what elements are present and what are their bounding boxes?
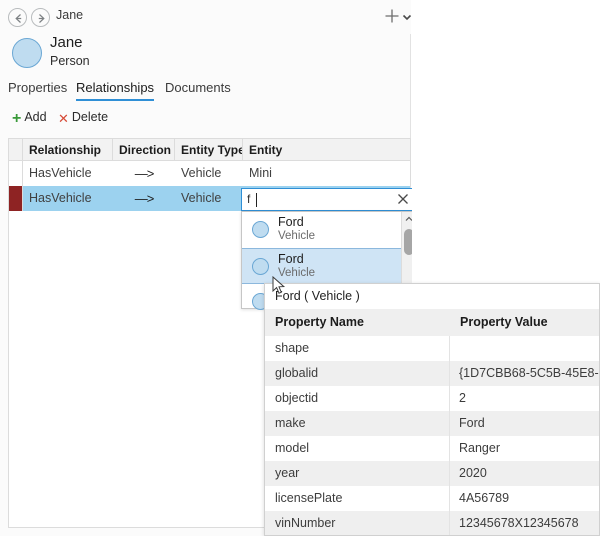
add-button-label: Add [24, 110, 46, 124]
table-row: globalid {1D7CBB68-5C5B-45E8-8D41 [265, 361, 599, 386]
entity-header: Jane Person [0, 34, 411, 78]
property-name: make [265, 411, 450, 436]
list-item[interactable]: Ford Vehicle [242, 212, 416, 248]
property-value: Ford [450, 411, 599, 436]
cell-entity-types: Vehicle [175, 161, 243, 186]
add-new-button[interactable] [382, 6, 402, 26]
property-name: globalid [265, 361, 450, 386]
table-row: year 2020 [265, 461, 599, 486]
cell-entity-types: Vehicle [175, 186, 243, 211]
column-header-entity[interactable]: Entity [243, 139, 410, 161]
close-icon: ✕ [58, 111, 69, 127]
search-input[interactable]: f [247, 189, 250, 210]
back-button[interactable] [8, 8, 27, 27]
list-item-title: Ford [278, 252, 304, 266]
entity-name: Jane [50, 34, 83, 51]
add-button[interactable]: +Add [12, 110, 47, 128]
close-icon [395, 191, 411, 207]
property-value: 2020 [450, 461, 599, 486]
tab-relationships[interactable]: Relationships [76, 80, 154, 101]
clear-button[interactable] [395, 191, 411, 207]
grid-corner-cell [9, 139, 23, 161]
column-header-property-value: Property Value [450, 309, 599, 336]
cell-relationship: HasVehicle [23, 161, 113, 186]
property-name: vinNumber [265, 511, 450, 536]
table-row: objectid 2 [265, 386, 599, 411]
list-item-title: Ford [278, 215, 304, 229]
avatar [252, 221, 269, 238]
property-value: 2 [450, 386, 599, 411]
property-name: shape [265, 336, 450, 361]
table-row: shape [265, 336, 599, 361]
entity-preview-tooltip: Ford ( Vehicle ) Property Name Property … [264, 283, 600, 536]
table-row: vinNumber 12345678X12345678 [265, 511, 599, 536]
property-value: 12345678X12345678 [450, 511, 599, 536]
mouse-pointer-icon [272, 276, 286, 296]
column-header-relationship[interactable]: Relationship [23, 139, 113, 161]
property-name: objectid [265, 386, 450, 411]
arrow-right-circle-icon [34, 11, 49, 26]
list-item-subtitle: Vehicle [278, 230, 315, 242]
avatar [252, 258, 269, 275]
cell-relationship: HasVehicle [23, 186, 113, 211]
tooltip-title: Ford ( Vehicle ) [265, 284, 599, 309]
row-selector[interactable] [9, 161, 23, 186]
property-table-header: Property Name Property Value [265, 309, 599, 336]
cell-entity: Mini [243, 161, 410, 186]
table-row: licensePlate 4A56789 [265, 486, 599, 511]
plus-icon: + [12, 110, 21, 128]
column-header-direction[interactable]: Direction [113, 139, 175, 161]
text-caret [256, 193, 257, 207]
delete-button-label: Delete [72, 110, 108, 124]
table-row: model Ranger [265, 436, 599, 461]
column-header-property-name: Property Name [265, 309, 450, 336]
arrow-right-icon: —> [135, 166, 154, 181]
table-row[interactable]: HasVehicle —> Vehicle Mini [9, 161, 410, 186]
avatar [12, 38, 42, 68]
plus-icon [382, 6, 402, 26]
column-header-entity-types[interactable]: Entity Types [175, 139, 243, 161]
property-value [450, 336, 599, 361]
command-bar: +Add ✕Delete [0, 110, 411, 136]
entity-search-input-wrapper[interactable]: f [241, 188, 417, 211]
breadcrumb-title: Jane [56, 8, 83, 22]
property-name: model [265, 436, 450, 461]
tab-properties[interactable]: Properties [8, 80, 67, 99]
property-name: licensePlate [265, 486, 450, 511]
arrow-left-circle-icon [11, 11, 26, 26]
grid-header-row: Relationship Direction Entity Types Enti… [9, 139, 410, 161]
property-value: Ranger [450, 436, 599, 461]
navigation-bar: Jane [0, 0, 411, 34]
cell-direction: —> [113, 186, 175, 211]
row-selector[interactable] [9, 186, 23, 211]
tab-bar: Properties Relationships Documents [0, 80, 411, 106]
arrow-right-icon: —> [135, 191, 154, 206]
entity-type: Person [50, 54, 90, 68]
cell-direction: —> [113, 161, 175, 186]
property-value: 4A56789 [450, 486, 599, 511]
property-value: {1D7CBB68-5C5B-45E8-8D41 [450, 361, 599, 386]
property-name: year [265, 461, 450, 486]
table-row: make Ford [265, 411, 599, 436]
tab-documents[interactable]: Documents [165, 80, 231, 99]
forward-button[interactable] [31, 8, 50, 27]
property-table: Property Name Property Value shape globa… [265, 309, 599, 536]
delete-button[interactable]: ✕Delete [58, 110, 108, 127]
list-item[interactable]: Ford Vehicle [242, 248, 416, 284]
